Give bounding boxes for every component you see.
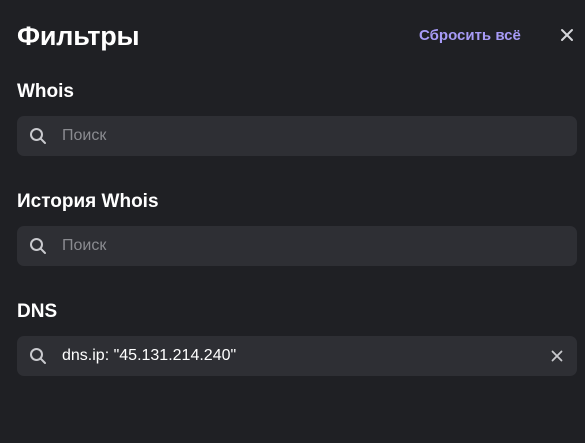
- whois-search-input[interactable]: [62, 116, 532, 156]
- reset-all-button[interactable]: Сбросить всё: [419, 26, 521, 46]
- filters-panel: Фильтры Сбросить всё Whois История Whois…: [0, 0, 585, 443]
- section-label-whois-history: История Whois: [17, 191, 159, 212]
- dns-search-input[interactable]: [62, 336, 532, 376]
- whois-search-field[interactable]: [17, 116, 577, 156]
- clear-icon[interactable]: [550, 349, 564, 363]
- close-icon[interactable]: [558, 26, 576, 44]
- section-label-dns: DNS: [17, 301, 58, 322]
- dns-search-field[interactable]: [17, 336, 577, 376]
- panel-title: Фильтры: [17, 21, 140, 51]
- whois-history-search-field[interactable]: [17, 226, 577, 266]
- filters-header: Фильтры Сбросить всё: [0, 0, 585, 72]
- whois-history-search-input[interactable]: [62, 226, 532, 266]
- search-icon: [30, 348, 46, 364]
- section-label-whois: Whois: [17, 81, 74, 102]
- search-icon: [30, 238, 46, 254]
- search-icon: [30, 128, 46, 144]
